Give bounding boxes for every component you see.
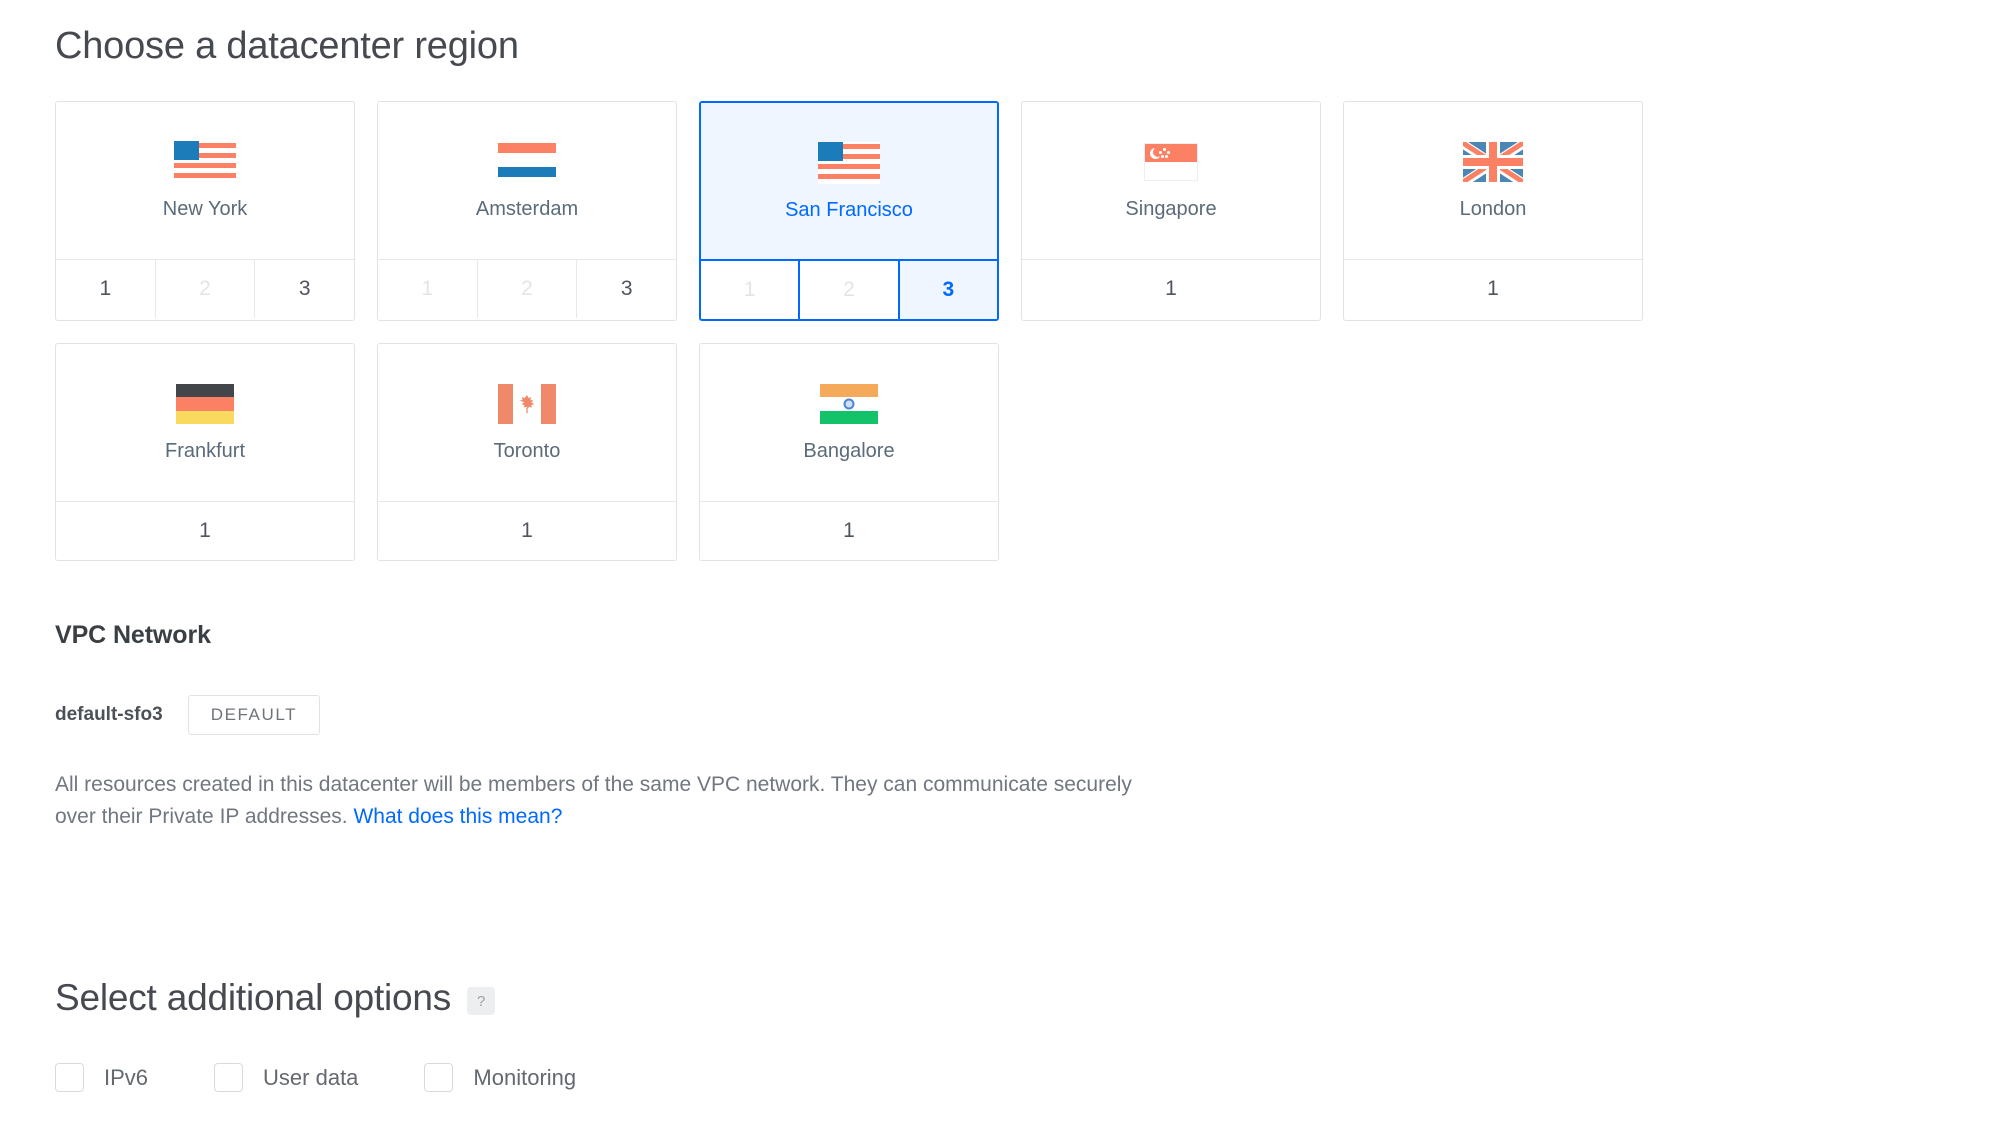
what-does-this-mean-link[interactable]: What does this mean? xyxy=(353,805,562,828)
region-slug-cell[interactable]: 1 xyxy=(700,502,998,560)
vpc-network-title: VPC Network xyxy=(55,621,211,649)
region-flag-wrap xyxy=(820,382,878,426)
us-flag-icon xyxy=(818,141,880,184)
region-name: New York xyxy=(162,198,248,220)
us-flag-icon xyxy=(174,141,236,183)
gb-flag-icon xyxy=(1463,142,1523,182)
help-icon[interactable]: ? xyxy=(467,987,496,1015)
region-flag-wrap xyxy=(1463,140,1523,184)
region-slug-cell: 2 xyxy=(155,260,256,318)
nl-flag-icon xyxy=(498,142,556,182)
region-grid: New York 1 2 3 Amsterdam 1 2 3 San Francisco 1 2 3 S… xyxy=(55,101,1965,583)
region-card[interactable]: San Francisco 1 2 3 xyxy=(699,101,999,321)
region-slug-cell: 2 xyxy=(800,261,900,319)
region-slug-row: 123 xyxy=(378,260,676,318)
in-flag-icon xyxy=(820,384,878,424)
checkbox-item[interactable]: IPv6 xyxy=(55,1063,148,1092)
region-card[interactable]: Toronto 1 xyxy=(377,343,677,561)
region-card[interactable]: Bangalore 1 xyxy=(699,343,999,561)
vpc-description-text: All resources created in this datacenter… xyxy=(55,773,1132,828)
region-slug-cell: 1 xyxy=(701,261,801,319)
de-flag-icon xyxy=(176,384,234,424)
vpc-network-section: VPC Network default-sfo3 DEFAULT All res… xyxy=(55,621,2000,832)
checkbox-label: Monitoring xyxy=(473,1064,577,1090)
region-card-header[interactable]: San Francisco xyxy=(701,103,997,261)
vpc-description: All resources created in this datacenter… xyxy=(55,769,1145,832)
region-slug-cell: 1 xyxy=(378,260,478,318)
region-name: Amsterdam xyxy=(475,198,579,220)
region-slug-row: 1 xyxy=(378,502,676,560)
checkbox-label: User data xyxy=(263,1064,359,1090)
region-name: Frankfurt xyxy=(164,440,246,462)
region-slug-cell[interactable]: 1 xyxy=(378,502,676,560)
region-flag-wrap xyxy=(498,382,556,426)
region-flag-wrap xyxy=(498,140,556,184)
region-slug-cell[interactable]: 3 xyxy=(899,261,997,319)
region-slug-row: 1 xyxy=(1344,260,1642,318)
region-card-header[interactable]: Amsterdam xyxy=(378,102,676,260)
additional-options-title: Select additional options xyxy=(55,977,452,1018)
region-card-header[interactable]: Toronto xyxy=(378,344,676,502)
region-slug-cell[interactable]: 1 xyxy=(1022,260,1320,318)
default-badge: DEFAULT xyxy=(187,695,321,735)
region-slug-cell[interactable]: 1 xyxy=(1344,260,1642,318)
checkbox-box[interactable] xyxy=(214,1063,244,1092)
region-name: Toronto xyxy=(493,440,561,462)
sg-flag-icon xyxy=(1144,143,1198,181)
region-slug-cell[interactable]: 1 xyxy=(56,260,156,318)
region-slug-row: 1 xyxy=(700,502,998,560)
additional-options-section: Select additional options ? IPv6 User dat… xyxy=(55,977,2000,1092)
checkbox-box[interactable] xyxy=(55,1063,84,1092)
additional-options-checkbox-row: IPv6 User data Monitoring xyxy=(55,1063,2000,1092)
region-card-header[interactable]: Frankfurt xyxy=(56,344,354,502)
region-name: San Francisco xyxy=(785,198,913,221)
region-slug-row: 123 xyxy=(56,260,354,318)
additional-options-header: Select additional options ? xyxy=(55,977,2000,1019)
region-slug-row: 1 xyxy=(56,502,354,560)
checkbox-label: IPv6 xyxy=(104,1064,149,1090)
region-flag-wrap xyxy=(176,382,234,426)
region-card-header[interactable]: London xyxy=(1344,102,1642,260)
region-card[interactable]: London 1 xyxy=(1343,101,1643,321)
region-card-header[interactable]: New York xyxy=(56,102,354,260)
region-card[interactable]: Singapore 1 xyxy=(1021,101,1321,321)
page-title: Choose a datacenter region xyxy=(55,25,519,67)
region-slug-cell[interactable]: 1 xyxy=(56,502,354,560)
region-card[interactable]: New York 1 2 3 xyxy=(55,101,355,321)
checkbox-item[interactable]: User data xyxy=(214,1063,358,1092)
region-slug-row: 1 xyxy=(1022,260,1320,318)
region-name: Singapore xyxy=(1125,198,1217,220)
region-flag-wrap xyxy=(1144,140,1198,184)
region-flag-wrap xyxy=(174,140,236,184)
region-slug-cell[interactable]: 3 xyxy=(255,260,354,318)
ca-flag-icon xyxy=(498,384,556,424)
region-name: London xyxy=(1459,198,1527,220)
datacenter-region-page: Choose a datacenter region New York 1 2 3 Am… xyxy=(0,0,2000,1148)
region-card[interactable]: Amsterdam 1 2 3 xyxy=(377,101,677,321)
vpc-name-row: default-sfo3 DEFAULT xyxy=(55,695,2000,735)
region-card[interactable]: Frankfurt 1 xyxy=(55,343,355,561)
region-card-header[interactable]: Bangalore xyxy=(700,344,998,502)
region-slug-row: 123 xyxy=(701,261,997,319)
region-flag-wrap xyxy=(818,141,880,185)
region-slug-cell[interactable]: 3 xyxy=(577,260,676,318)
checkbox-box[interactable] xyxy=(424,1063,454,1092)
region-slug-cell: 2 xyxy=(477,260,578,318)
vpc-network-name: default-sfo3 xyxy=(55,704,163,725)
region-name: Bangalore xyxy=(803,440,895,462)
checkbox-item[interactable]: Monitoring xyxy=(424,1063,576,1092)
region-card-header[interactable]: Singapore xyxy=(1022,102,1320,260)
